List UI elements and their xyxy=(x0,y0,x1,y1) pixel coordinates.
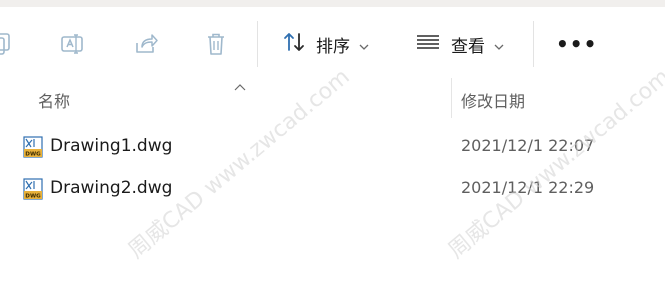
view-label: 查看 xyxy=(451,36,485,57)
view-button[interactable]: 查看 xyxy=(415,29,504,59)
file-row[interactable]: DWG Drawing1.dwg 2021/12/1 22:07 xyxy=(0,127,665,167)
sort-label: 排序 xyxy=(316,36,350,57)
column-header-row: 名称 修改日期 xyxy=(0,78,665,118)
more-options-icon: ••• xyxy=(556,32,598,56)
command-bar: 排序 查看 ••• xyxy=(0,7,665,78)
copy-icon[interactable] xyxy=(0,29,16,59)
chevron-down-icon xyxy=(494,36,504,55)
chevron-down-icon xyxy=(359,36,369,55)
file-date-modified: 2021/12/1 22:29 xyxy=(461,178,595,197)
sort-button[interactable]: 排序 xyxy=(282,29,369,59)
file-name: Drawing2.dwg xyxy=(50,178,173,198)
share-icon[interactable] xyxy=(131,29,161,59)
column-divider[interactable] xyxy=(451,78,452,118)
more-options-button[interactable]: ••• xyxy=(556,29,597,59)
svg-text:DWG: DWG xyxy=(25,152,41,158)
file-row[interactable]: DWG Drawing2.dwg 2021/12/1 22:29 xyxy=(0,169,665,209)
toolbar-separator xyxy=(257,21,258,67)
title-bar-strip xyxy=(0,0,665,7)
file-date-modified: 2021/12/1 22:07 xyxy=(461,136,595,155)
dwg-file-icon: DWG xyxy=(23,136,43,162)
svg-text:DWG: DWG xyxy=(25,194,41,200)
delete-icon[interactable] xyxy=(201,29,231,59)
view-layout-icon xyxy=(415,30,441,58)
sort-icon xyxy=(282,30,306,58)
toolbar-separator xyxy=(533,21,534,67)
column-header-date-modified[interactable]: 修改日期 xyxy=(461,88,525,112)
rename-icon[interactable] xyxy=(57,29,87,59)
dwg-file-icon: DWG xyxy=(23,178,43,204)
sort-ascending-indicator-icon xyxy=(233,76,247,95)
file-name: Drawing1.dwg xyxy=(50,136,173,156)
column-header-name[interactable]: 名称 xyxy=(38,88,70,112)
